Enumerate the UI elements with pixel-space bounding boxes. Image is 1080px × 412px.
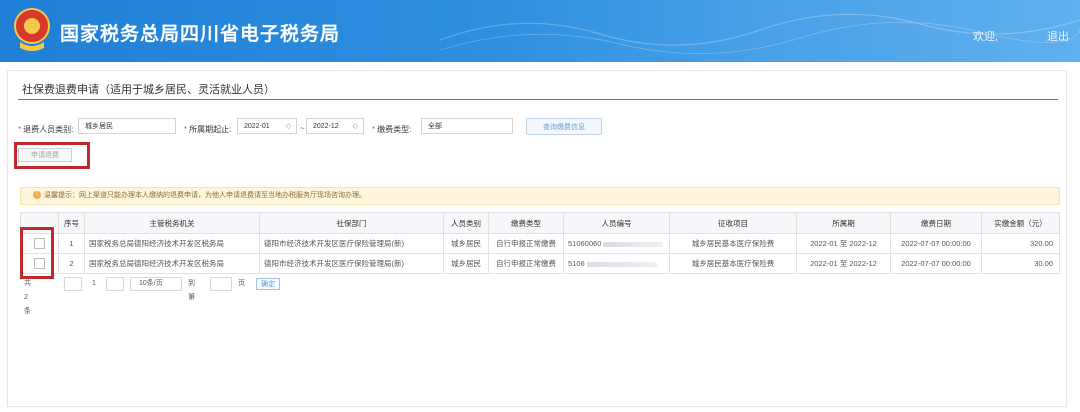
table-header-row: 序号 主管税务机关 社保部门 人员类别 缴费类型 人员编号 征收项目 所属期 缴…	[20, 212, 1060, 234]
row-person-id: 51060060	[563, 233, 670, 254]
column-header-fee-type: 缴费类型	[488, 212, 564, 234]
row-period: 2022-01 至 2022-12	[796, 253, 891, 274]
row-person-type: 城乡居民	[443, 253, 489, 274]
row-pay-date: 2022-07-07 00:00:00	[890, 253, 982, 274]
info-icon: !	[33, 191, 41, 200]
column-header-item: 征收项目	[669, 212, 797, 234]
row-fee-type: 自行申报正常缴费	[488, 253, 564, 274]
tax-emblem-icon	[14, 8, 50, 51]
row-amount: 320.00	[981, 233, 1060, 254]
row-amount: 30.00	[981, 253, 1060, 274]
person-type-label: * 退费人员类别:	[18, 125, 74, 134]
table-row[interactable]: 1 国家税务总局德阳经济技术开发区税务局 德阳市经济技术开发区医疗保险管理局(新…	[20, 233, 1060, 254]
panel-title: 社保费退费申请（适用于城乡居民、灵活就业人员）	[22, 84, 275, 96]
chevron-down-icon: ◇	[352, 123, 358, 130]
goto-label: 到第	[188, 280, 195, 301]
row-person-id: 5106	[563, 253, 670, 274]
goto-page-input[interactable]	[210, 277, 232, 291]
pager-total-text: 共 2 条	[24, 280, 31, 315]
table-row[interactable]: 2 国家税务总局德阳经济技术开发区税务局 德阳市经济技术开发区医疗保险管理局(新…	[20, 253, 1060, 274]
column-header-person-type: 人员类别	[443, 212, 489, 234]
prev-page-button[interactable]	[64, 277, 82, 291]
row-ss-dept: 德阳市经济技术开发区医疗保险管理局(新)	[259, 233, 444, 254]
welcome-text: 欢迎,	[973, 31, 999, 43]
site-header: 国家税务总局四川省电子税务局 欢迎, 退出	[0, 0, 1080, 62]
row-tax-office: 国家税务总局德阳经济技术开发区税务局	[84, 253, 260, 274]
payment-table: 序号 主管税务机关 社保部门 人员类别 缴费类型 人员编号 征收项目 所属期 缴…	[20, 212, 1060, 274]
period-separator: ~	[300, 124, 305, 133]
column-header-period: 所属期	[796, 212, 891, 234]
redacted-mark	[586, 261, 657, 267]
period-end-select[interactable]: 2022-12 ◇	[306, 118, 364, 134]
column-header-person-id: 人员编号	[563, 212, 670, 234]
row-fee-type: 自行申报正常缴费	[488, 233, 564, 254]
column-header-pay-date: 缴费日期	[890, 212, 982, 234]
query-button[interactable]: 查询缴费信息	[526, 118, 602, 135]
person-type-field[interactable]: 城乡居民	[78, 118, 176, 134]
column-header-tax-office: 主管税务机关	[84, 212, 260, 234]
row-pay-date: 2022-07-07 00:00:00	[890, 233, 982, 254]
page-size-select[interactable]: 10条/页	[130, 277, 182, 291]
row-item: 城乡居民基本医疗保险费	[669, 253, 797, 274]
redacted-mark	[603, 241, 664, 247]
divider	[18, 99, 1058, 100]
row-ss-dept: 德阳市经济技术开发区医疗保险管理局(新)	[259, 253, 444, 274]
row-no: 2	[58, 253, 85, 274]
apply-refund-button[interactable]: 申请退费	[18, 148, 72, 162]
row-tax-office: 国家税务总局德阳经济技术开发区税务局	[84, 233, 260, 254]
checkbox-highlight-box	[20, 227, 54, 279]
site-title: 国家税务总局四川省电子税务局	[60, 24, 341, 45]
fee-type-select[interactable]: 全部	[421, 118, 513, 134]
row-item: 城乡居民基本医疗保险费	[669, 233, 797, 254]
chevron-down-icon: ◇	[285, 123, 291, 130]
row-no: 1	[58, 233, 85, 254]
next-page-button[interactable]	[106, 277, 124, 291]
period-start-select[interactable]: 2022-01 ◇	[237, 118, 297, 134]
period-label: * 所属期起止:	[184, 125, 232, 134]
current-page[interactable]: 1	[92, 277, 96, 291]
fee-type-label: * 缴费类型:	[372, 125, 412, 134]
column-header-no: 序号	[58, 212, 85, 234]
row-person-type: 城乡居民	[443, 233, 489, 254]
confirm-page-button[interactable]: 确定	[256, 278, 280, 290]
page-unit-label: 页	[238, 280, 245, 287]
column-header-ss-dept: 社保部门	[259, 212, 444, 234]
row-period: 2022-01 至 2022-12	[796, 233, 891, 254]
column-header-amount: 实缴金额（元）	[981, 212, 1060, 234]
notice-banner: ! 温馨提示：网上渠道只能办理本人缴纳的退费申请，为他人申请退费请至当地办税服务厅…	[20, 187, 1060, 205]
logout-link[interactable]: 退出	[1047, 28, 1069, 44]
